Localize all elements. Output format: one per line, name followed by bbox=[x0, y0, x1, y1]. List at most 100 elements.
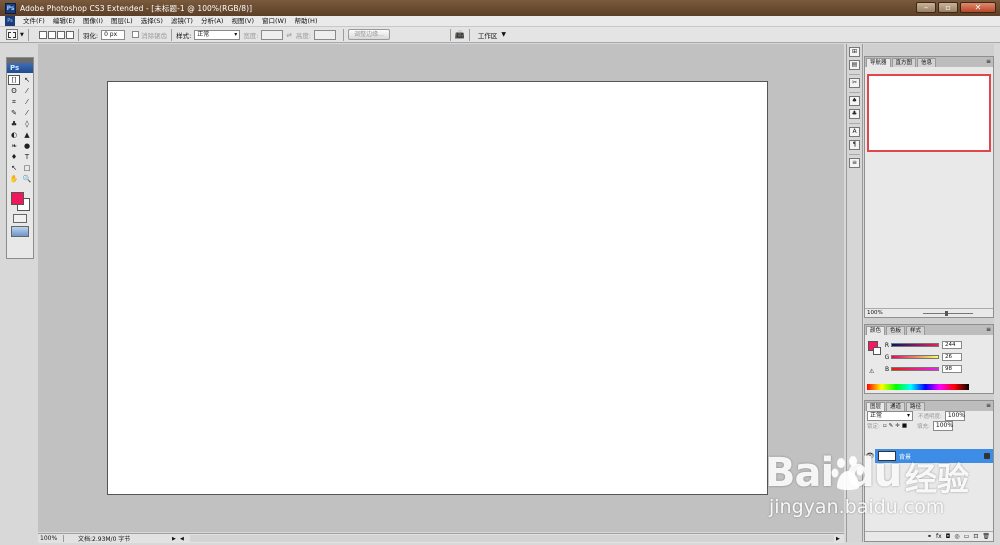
color-spectrum-bar[interactable] bbox=[867, 384, 969, 390]
green-slider[interactable] bbox=[891, 355, 939, 359]
trash-icon[interactable]: 🗑 bbox=[982, 532, 990, 541]
canvas-area[interactable] bbox=[38, 44, 844, 532]
adjustment-layer-icon[interactable]: ◎ bbox=[954, 532, 959, 541]
blend-mode-select[interactable]: 正常 ▾ bbox=[867, 411, 913, 421]
menu-filter[interactable]: 滤镜(T) bbox=[167, 16, 197, 27]
menu-analysis[interactable]: 分析(A) bbox=[197, 16, 228, 27]
menu-layer[interactable]: 图层(L) bbox=[107, 16, 137, 27]
new-selection-icon[interactable] bbox=[38, 30, 47, 39]
eraser-tool-icon[interactable]: ◐ bbox=[8, 130, 20, 140]
horizontal-scrollbar[interactable] bbox=[190, 535, 834, 542]
menu-image[interactable]: 图像(I) bbox=[79, 16, 107, 27]
close-button[interactable]: ✕ bbox=[960, 2, 996, 13]
maximize-button[interactable]: ▫ bbox=[938, 2, 958, 13]
navigator-zoom-slider[interactable] bbox=[922, 310, 973, 316]
healing-brush-tool-icon[interactable]: ✎ bbox=[8, 108, 20, 118]
status-menu-arrow-icon[interactable]: ▶ bbox=[172, 536, 180, 542]
layer-name[interactable]: 背景 bbox=[899, 452, 911, 461]
brush-tool-icon[interactable]: ⁄ bbox=[21, 108, 33, 118]
lock-position-icon[interactable]: ✛ bbox=[895, 423, 900, 429]
refine-edge-button[interactable]: 调整边缘... bbox=[348, 29, 390, 40]
bridge-icon[interactable]: 📠 bbox=[455, 30, 465, 39]
type-tool-icon[interactable]: T bbox=[21, 152, 33, 162]
add-selection-icon[interactable] bbox=[47, 30, 56, 39]
layer-row[interactable]: 👁 背景 bbox=[865, 449, 993, 463]
intersect-selection-icon[interactable] bbox=[65, 30, 74, 39]
tab-channels[interactable]: 通道 bbox=[886, 402, 906, 411]
screen-mode-icon[interactable] bbox=[11, 226, 29, 237]
height-input[interactable] bbox=[314, 29, 337, 40]
navigator-zoom-value[interactable]: 100% bbox=[867, 309, 883, 317]
panel-menu-icon[interactable]: ≡ bbox=[986, 402, 991, 409]
menu-help[interactable]: 帮助(H) bbox=[291, 16, 322, 27]
status-zoom[interactable]: 100% bbox=[38, 535, 64, 542]
link-layers-icon[interactable]: ⚭ bbox=[927, 532, 932, 541]
lasso-tool-icon[interactable]: ʘ bbox=[8, 86, 20, 96]
tab-paths[interactable]: 路径 bbox=[906, 402, 926, 411]
tool-presets-icon[interactable]: ✂ bbox=[849, 78, 860, 88]
menu-file[interactable]: 文件(F) bbox=[19, 16, 49, 27]
shape-tool-icon[interactable]: □ bbox=[21, 163, 33, 173]
slice-tool-icon[interactable]: ⁄ bbox=[21, 97, 33, 107]
new-group-icon[interactable]: ▭ bbox=[964, 532, 970, 541]
tool-preset-picker[interactable] bbox=[6, 29, 18, 40]
lock-pixels-icon[interactable]: ✎ bbox=[889, 423, 894, 429]
lock-transparency-icon[interactable]: ▫ bbox=[883, 423, 887, 429]
tab-navigator[interactable]: 导航器 bbox=[866, 58, 891, 67]
brushes-panel-icon[interactable]: ♠ bbox=[849, 96, 860, 106]
subtract-selection-icon[interactable] bbox=[56, 30, 65, 39]
blue-value-input[interactable]: 98 bbox=[942, 365, 962, 373]
character-panel-icon[interactable]: A bbox=[849, 127, 860, 137]
fx-icon[interactable]: fx bbox=[936, 532, 942, 541]
dodge-tool-icon[interactable]: ● bbox=[21, 141, 33, 151]
tab-styles[interactable]: 样式 bbox=[906, 326, 926, 335]
tab-layers[interactable]: 图层 bbox=[866, 402, 886, 411]
navigator-preview[interactable] bbox=[867, 74, 991, 152]
marquee-tool-icon[interactable]: [] bbox=[8, 75, 20, 85]
panel-menu-icon[interactable]: ≡ bbox=[986, 58, 991, 65]
history-panel-icon[interactable]: ⊞ bbox=[849, 47, 860, 57]
move-tool-icon[interactable]: ↖ bbox=[21, 75, 33, 85]
slider-handle[interactable] bbox=[944, 310, 948, 316]
eye-icon[interactable]: 👁 bbox=[865, 449, 875, 463]
tab-info[interactable]: 信息 bbox=[917, 58, 937, 67]
chevron-down-icon[interactable]: ▼ bbox=[20, 32, 24, 38]
quick-mask-icon[interactable] bbox=[13, 214, 27, 223]
width-input[interactable] bbox=[261, 29, 284, 40]
style-select[interactable]: 正常 ▾ bbox=[194, 29, 241, 40]
new-layer-icon[interactable]: ⊡ bbox=[973, 532, 978, 541]
tab-swatches[interactable]: 色板 bbox=[886, 326, 906, 335]
antialias-checkbox[interactable] bbox=[132, 31, 140, 38]
menu-edit[interactable]: 编辑(E) bbox=[49, 16, 79, 27]
history-brush-tool-icon[interactable]: ◊ bbox=[21, 119, 33, 129]
red-value-input[interactable]: 244 bbox=[942, 341, 962, 349]
zoom-tool-icon[interactable]: 🔍 bbox=[21, 174, 33, 184]
layer-mask-icon[interactable]: ◘ bbox=[946, 532, 951, 541]
menu-window[interactable]: 窗口(W) bbox=[258, 16, 291, 27]
scroll-right-icon[interactable]: ▶ bbox=[836, 536, 844, 542]
tab-color[interactable]: 颜色 bbox=[866, 326, 886, 335]
foreground-color-swatch[interactable] bbox=[11, 192, 24, 205]
blue-slider[interactable] bbox=[891, 367, 939, 371]
layer-comps-icon[interactable]: ≡ bbox=[849, 158, 860, 168]
blur-tool-icon[interactable]: ❧ bbox=[8, 141, 20, 151]
menu-view[interactable]: 视图(V) bbox=[227, 16, 258, 27]
actions-panel-icon[interactable]: ▤ bbox=[849, 60, 860, 70]
gradient-tool-icon[interactable]: ▲ bbox=[21, 130, 33, 140]
path-selection-tool-icon[interactable]: ↖ bbox=[8, 163, 20, 173]
red-slider[interactable] bbox=[891, 343, 939, 347]
paragraph-panel-icon[interactable]: ¶ bbox=[849, 140, 860, 150]
green-value-input[interactable]: 26 bbox=[942, 353, 962, 361]
feather-input[interactable]: 0 px bbox=[101, 29, 126, 40]
hand-tool-icon[interactable]: ✋ bbox=[8, 174, 20, 184]
workspace-button[interactable]: 工作区 ▼ bbox=[478, 30, 506, 40]
magic-wand-tool-icon[interactable]: ⁄ bbox=[21, 86, 33, 96]
minimize-button[interactable]: – bbox=[916, 2, 936, 13]
opacity-input[interactable]: 100% bbox=[944, 411, 965, 421]
document-canvas[interactable] bbox=[107, 81, 768, 495]
pen-tool-icon[interactable]: ♦ bbox=[8, 152, 20, 162]
clone-source-icon[interactable]: ♣ bbox=[849, 109, 860, 119]
crop-tool-icon[interactable]: ⌗ bbox=[8, 97, 20, 107]
menu-select[interactable]: 选择(S) bbox=[137, 16, 167, 27]
swap-icon[interactable]: ⇄ bbox=[286, 31, 291, 39]
